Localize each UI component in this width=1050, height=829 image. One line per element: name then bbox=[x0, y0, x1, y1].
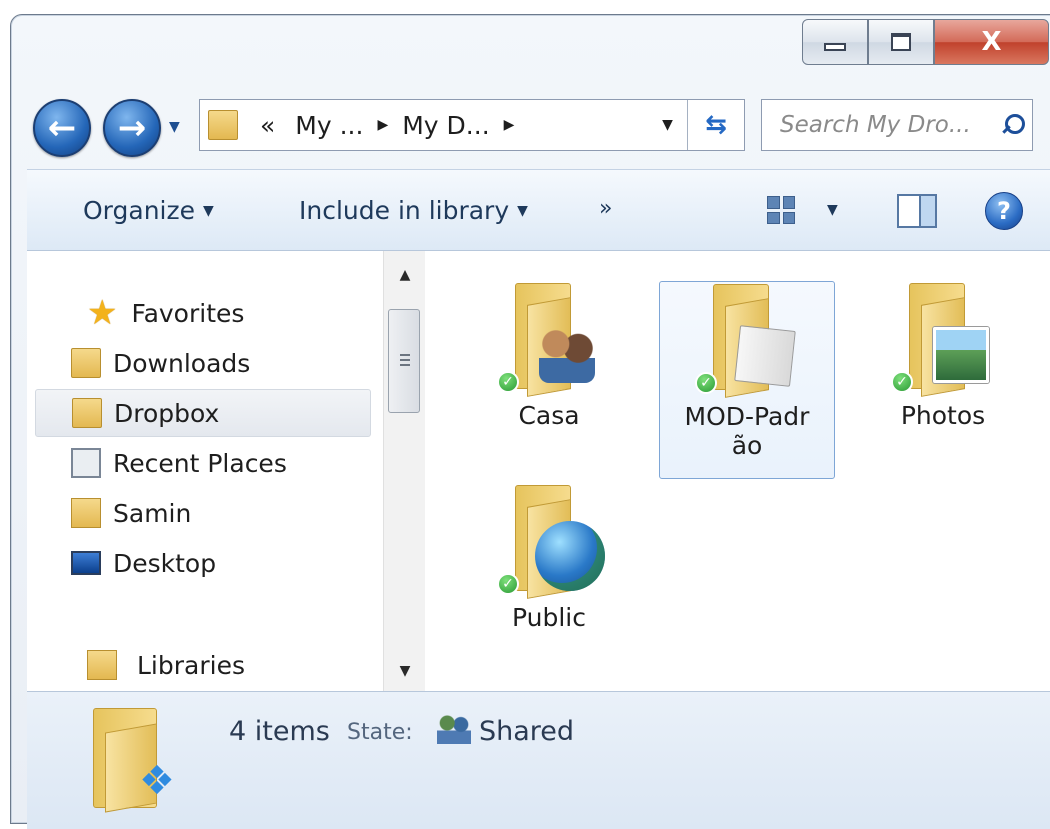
chevron-down-icon: ▼ bbox=[517, 203, 528, 219]
shared-users-icon bbox=[437, 714, 471, 744]
breadcrumb-item[interactable]: My ... bbox=[285, 111, 373, 140]
include-in-library-label: Include in library bbox=[299, 196, 510, 225]
sidebar-item-dropbox[interactable]: Dropbox bbox=[35, 389, 371, 437]
globe-icon bbox=[535, 521, 605, 591]
pictures-folder-icon: ✓ bbox=[891, 283, 991, 397]
sync-check-icon: ✓ bbox=[497, 371, 519, 393]
sync-check-icon: ✓ bbox=[695, 372, 717, 394]
breadcrumb-separator-icon[interactable]: ▶ bbox=[373, 117, 392, 133]
folder-photos[interactable]: ✓ Photos bbox=[855, 283, 1031, 430]
back-button[interactable]: ← bbox=[33, 99, 91, 157]
downloads-folder-icon bbox=[71, 348, 101, 378]
help-icon[interactable]: ? bbox=[985, 192, 1023, 230]
dropbox-folder-icon bbox=[72, 398, 102, 428]
sidebar-item-libraries[interactable]: Libraries bbox=[27, 641, 383, 689]
folder-name: Casa bbox=[518, 401, 580, 430]
maximize-icon bbox=[891, 33, 911, 51]
breadcrumb-overflow[interactable]: « bbox=[250, 111, 285, 140]
arrow-left-icon: ← bbox=[47, 108, 77, 148]
public-folder-icon: ✓ bbox=[497, 485, 605, 599]
desktop-icon bbox=[71, 551, 101, 575]
command-bar: Organize ▼ Include in library ▼ » ▼ ? bbox=[27, 169, 1050, 251]
folder-name: Public bbox=[512, 603, 586, 632]
sidebar-item-desktop[interactable]: Desktop bbox=[27, 539, 383, 587]
navigation-scrollbar[interactable]: ▲ ▼ bbox=[383, 251, 425, 691]
folder-name-line: ão bbox=[731, 431, 763, 460]
chevron-down-icon: ▼ bbox=[203, 203, 214, 219]
include-in-library-menu[interactable]: Include in library ▼ bbox=[299, 196, 528, 225]
grip-icon bbox=[400, 354, 410, 366]
user-folder-icon bbox=[71, 498, 101, 528]
sidebar-item-label: Desktop bbox=[113, 548, 217, 578]
close-button[interactable]: X bbox=[934, 19, 1049, 65]
photo-icon bbox=[933, 327, 989, 383]
title-bar[interactable]: X bbox=[11, 15, 1050, 85]
sidebar-item-label: Libraries bbox=[137, 650, 245, 680]
file-list: ✓ Casa ✓ MOD-Padr ão ✓ Photos ✓ Public bbox=[425, 251, 1050, 691]
details-pane: ❖ 4 items State: Shared bbox=[27, 691, 1050, 829]
preview-pane-icon[interactable] bbox=[897, 194, 937, 228]
folder-mod-padrao[interactable]: ✓ MOD-Padr ão bbox=[659, 281, 835, 479]
sidebar-item-recent-places[interactable]: Recent Places bbox=[27, 439, 383, 487]
navigation-bar: ← → ▼ « My ... ▶ My D... ▶ ▼ ⇆ Search My… bbox=[11, 91, 1050, 161]
sidebar-item-label: Samin bbox=[113, 498, 192, 528]
navigation-pane: ★ Favorites Downloads Dropbox Recent Pla… bbox=[27, 251, 383, 691]
sidebar-item-label: Favorites bbox=[131, 298, 245, 328]
breadcrumb-item[interactable]: My D... bbox=[392, 111, 499, 140]
sidebar-item-label: Downloads bbox=[113, 348, 251, 378]
forward-button[interactable]: → bbox=[103, 99, 161, 157]
people-icon bbox=[539, 327, 595, 383]
view-options-dropdown[interactable]: ▼ bbox=[827, 202, 838, 218]
arrow-right-icon: → bbox=[117, 108, 147, 148]
item-count: 4 items bbox=[229, 716, 330, 747]
sidebar-item-favorites[interactable]: ★ Favorites bbox=[87, 289, 244, 337]
recent-pages-dropdown[interactable]: ▼ bbox=[169, 119, 180, 135]
breadcrumb-separator-icon[interactable]: ▶ bbox=[500, 117, 519, 133]
scroll-thumb[interactable] bbox=[388, 309, 420, 413]
address-bar[interactable]: « My ... ▶ My D... ▶ ▼ ⇆ bbox=[199, 99, 745, 151]
refresh-button[interactable]: ⇆ bbox=[688, 110, 744, 140]
address-history-dropdown[interactable]: ▼ bbox=[648, 100, 688, 150]
scroll-up-icon[interactable]: ▲ bbox=[384, 257, 426, 293]
state-value: Shared bbox=[479, 716, 575, 747]
sync-check-icon: ✓ bbox=[891, 371, 913, 393]
documents-icon bbox=[734, 325, 796, 387]
recent-places-icon bbox=[71, 448, 101, 478]
maximize-button[interactable] bbox=[868, 19, 934, 65]
state-label: State: bbox=[347, 720, 413, 745]
shared-folder-icon: ✓ bbox=[497, 283, 597, 397]
minimize-button[interactable] bbox=[802, 19, 868, 65]
explorer-window: X ← → ▼ « My ... ▶ My D... ▶ ▼ ⇆ Search … bbox=[10, 14, 1050, 829]
dropbox-logo-icon: ❖ bbox=[139, 758, 175, 804]
search-placeholder: Search My Dro... bbox=[780, 112, 971, 138]
star-icon: ★ bbox=[87, 293, 118, 333]
scroll-down-icon[interactable]: ▼ bbox=[384, 653, 426, 689]
folder-casa[interactable]: ✓ Casa bbox=[461, 283, 637, 430]
more-commands-button[interactable]: » bbox=[599, 196, 612, 221]
sidebar-item-samin[interactable]: Samin bbox=[27, 489, 383, 537]
caption-buttons: X bbox=[802, 19, 1049, 65]
folder-name-line: MOD-Padr bbox=[684, 402, 810, 431]
dropbox-folder-icon: ❖ bbox=[87, 708, 197, 818]
sync-check-icon: ✓ bbox=[497, 573, 519, 595]
minimize-icon bbox=[824, 43, 846, 51]
change-view-icon[interactable] bbox=[765, 194, 797, 226]
folder-public[interactable]: ✓ Public bbox=[461, 485, 637, 632]
sidebar-item-downloads[interactable]: Downloads bbox=[27, 339, 383, 387]
organize-menu[interactable]: Organize ▼ bbox=[83, 196, 214, 225]
libraries-icon bbox=[87, 650, 117, 680]
sidebar-item-label: Dropbox bbox=[114, 398, 220, 428]
folder-name: Photos bbox=[900, 401, 986, 430]
search-input[interactable]: Search My Dro... bbox=[761, 99, 1033, 151]
search-icon[interactable] bbox=[1000, 114, 1025, 136]
sidebar-item-label: Recent Places bbox=[113, 448, 287, 478]
organize-label: Organize bbox=[83, 196, 195, 225]
documents-folder-icon: ✓ bbox=[695, 284, 796, 398]
dropbox-folder-icon bbox=[208, 110, 238, 140]
